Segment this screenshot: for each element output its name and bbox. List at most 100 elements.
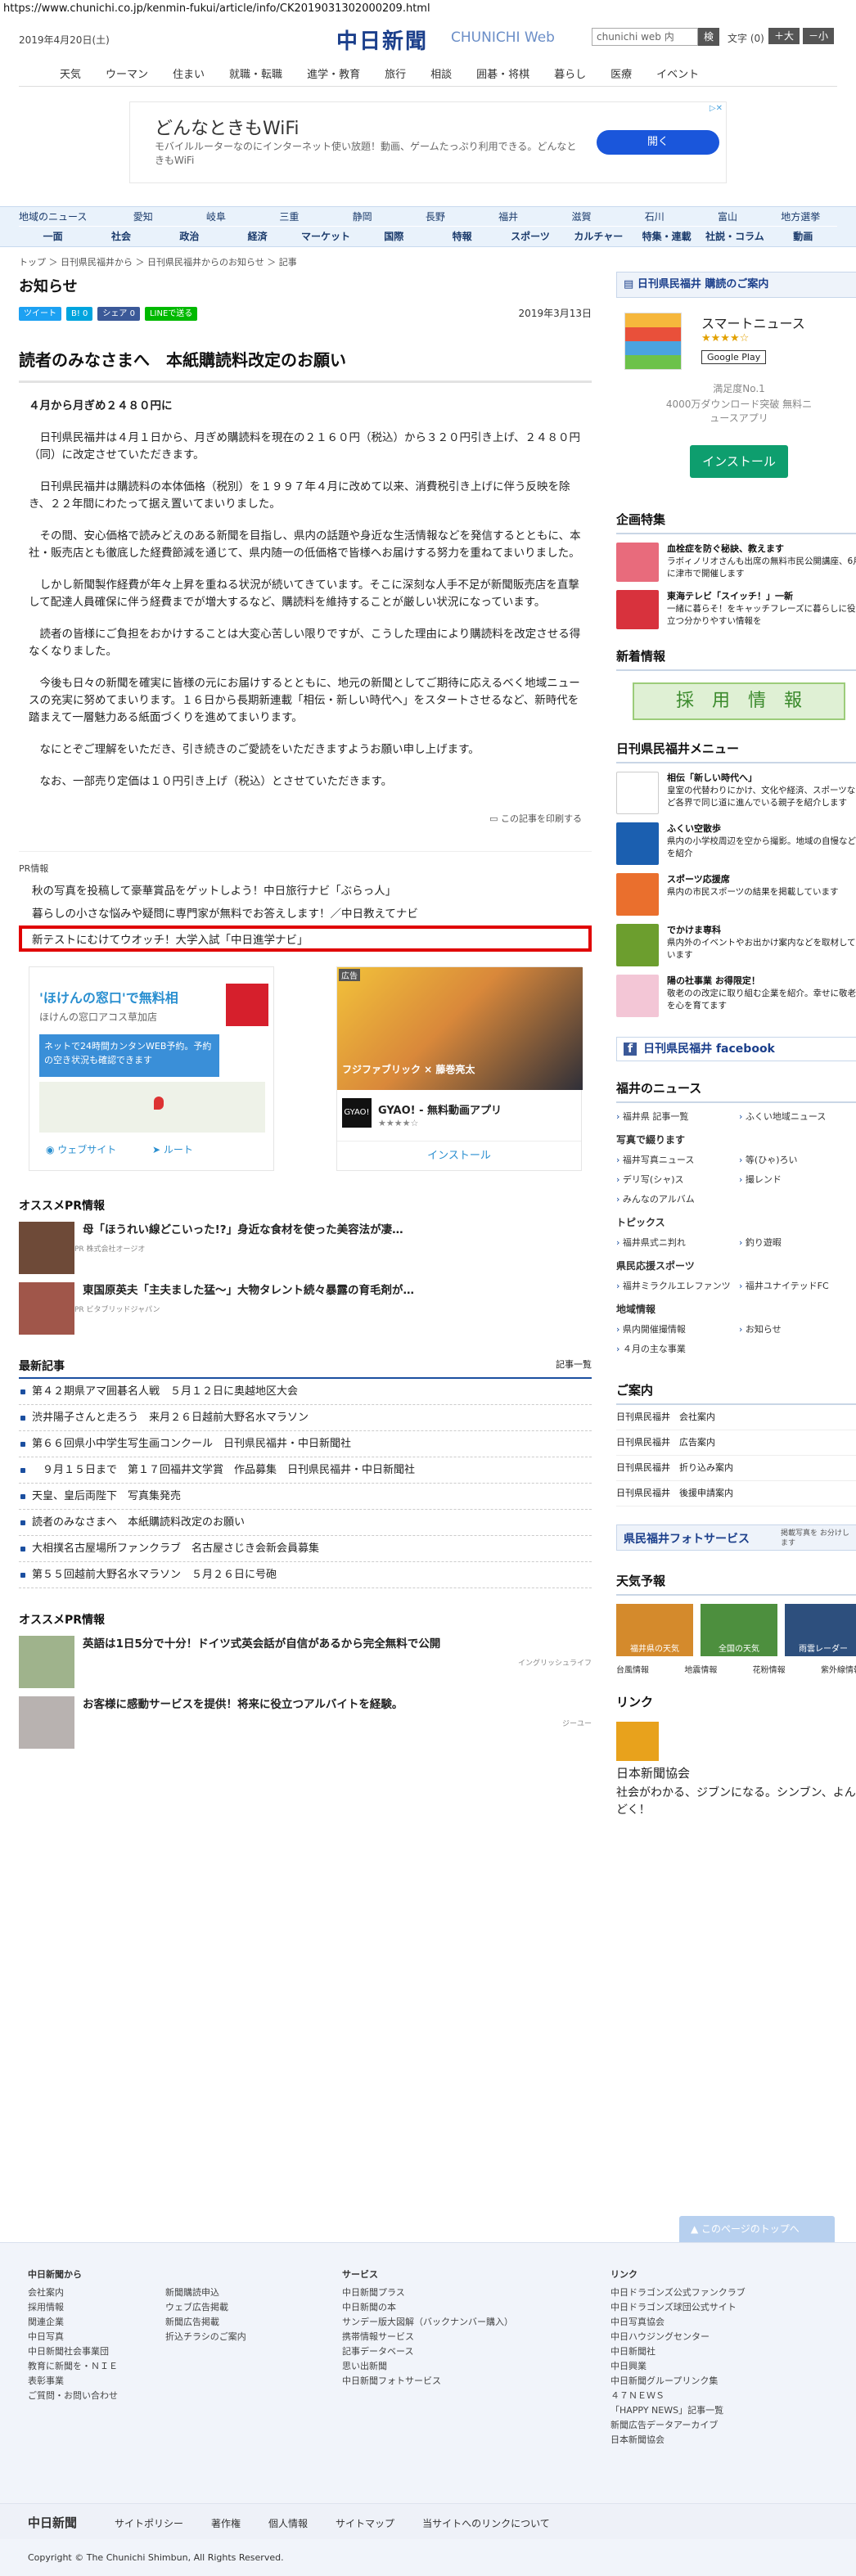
pr-text[interactable]: 母「ほうれい線どこいった!?」身近な食材を使った美容法が凄… [83, 1222, 403, 1238]
footer-link[interactable]: 思い出新聞 [342, 2359, 513, 2374]
region-nav-item[interactable]: 富山 [691, 207, 764, 226]
ad-choices-icon[interactable]: ▷✕ [710, 104, 723, 113]
weather-card[interactable]: 雨雲レーダー [785, 1604, 856, 1656]
news-link[interactable]: 福井県 記事一覧 [616, 1110, 739, 1123]
footer-link[interactable]: ４７ＮＥＷＳ [610, 2389, 746, 2403]
latest-article-link[interactable]: 第５５回越前大野名水マラソン ５月２６日に号砲 [19, 1562, 592, 1588]
footer-link[interactable]: 中日ハウジングセンター [610, 2330, 746, 2344]
ad-hoken-title[interactable]: 'ほけんの窓口'で無料相 [39, 987, 178, 1007]
category-nav-item[interactable]: 経済 [223, 227, 291, 246]
ad-open-button[interactable]: 開く [597, 130, 719, 155]
photo-service-label[interactable]: 県民福井フォトサービス [624, 1530, 750, 1547]
footer-link[interactable]: 日本新聞協会 [610, 2433, 746, 2448]
saiyo-banner[interactable]: 採 用 情 報 [633, 682, 845, 720]
news-link[interactable]: 福井ミラクルエレファンツ [616, 1279, 739, 1292]
region-nav-item[interactable]: 三重 [253, 207, 326, 226]
footer-link[interactable]: 表彰事業 [28, 2374, 118, 2389]
link-name[interactable]: 日本新聞協会 [616, 1764, 856, 1781]
footer-link[interactable]: 「HAPPY NEWS」記事一覧 [610, 2403, 746, 2418]
page-top-button[interactable]: ▲ このページのトップへ [679, 2216, 835, 2242]
pr-text[interactable]: 英語は1日5分で十分！ドイツ式英会話が自信があるから完全無料で公開 [83, 1636, 592, 1652]
category-nav-item[interactable]: マーケット [291, 227, 359, 246]
latest-article-link[interactable]: 第６６回県小中学生写生画コンクール 日刊県民福井・中日新聞社 [19, 1431, 592, 1457]
print-link[interactable]: ▭ この記事を印刷する [19, 812, 592, 825]
footer-logo[interactable]: 中日新聞 [28, 2514, 77, 2531]
pr-item[interactable]: 秋の写真を投稿して豪華賞品をゲットしよう！中日旅行ナビ「ぶらっ人」 [19, 881, 592, 898]
latest-more-link[interactable]: 記事一覧 [556, 1358, 592, 1374]
menu-title[interactable]: 相伝「新しい時代へ」 [667, 772, 757, 783]
gnav-item[interactable]: 医療 [610, 67, 632, 86]
ad-title[interactable]: どんなときもWiFi [155, 114, 300, 140]
weather-link[interactable]: 紫外線情報 [821, 1663, 856, 1675]
app-name[interactable]: スマートニュース [701, 313, 805, 332]
list-item[interactable]: でかけま専科 県内外のイベントやお出かけ案内などを取材しています [616, 924, 856, 966]
print-label[interactable]: この記事を印刷する [501, 813, 582, 824]
list-item[interactable]: 相伝「新しい時代へ」 皇室の代替わりにかけ、文化や経済、スポーツなど各界で同じ道に… [616, 772, 856, 814]
breadcrumb[interactable]: トップ ＞ 日刊県民福井から ＞ 日刊県民福井からのお知らせ ＞ 記事 [19, 255, 592, 268]
latest-article-link[interactable]: 第４２期県アマ囲碁名人戦 ５月１２日に奥越地区大会 [19, 1379, 592, 1405]
region-nav-item[interactable]: 静岡 [326, 207, 399, 226]
facebook-label[interactable]: 日刊県民福井 facebook [643, 1043, 775, 1056]
gnav-item[interactable]: 進学・教育 [307, 67, 360, 86]
ad-install-button[interactable]: インストール [337, 1141, 581, 1170]
region-nav-item[interactable]: 地方選挙 [764, 207, 837, 226]
list-item[interactable]: お客様に感動サービスを提供！将来に役立つアルバイトを経験。 ジーユー [19, 1696, 592, 1749]
menu-title[interactable]: 陽の社事業 お得限定！ [667, 975, 760, 986]
region-nav-item[interactable]: 地域のニュース [19, 207, 106, 226]
search-button[interactable]: 検 [698, 28, 719, 46]
footer-bar-link[interactable]: 個人情報 [268, 2516, 308, 2530]
category-nav-item[interactable]: カルチャー [565, 227, 633, 246]
news-link[interactable]: 福井ユナイテッドFC [739, 1279, 856, 1292]
ad-website-label[interactable]: ウェブサイト [57, 1144, 116, 1155]
ad-hoken[interactable]: 'ほけんの窓口'で無料相 ほけんの窓口アコス草加店 ネットで24時間カンタンWE… [29, 966, 274, 1171]
font-smaller-button[interactable]: －小 [803, 28, 834, 44]
annai-link[interactable]: 日刊県民福井 広告案内 [616, 1430, 856, 1456]
category-nav-item[interactable]: 社説・コラム [701, 227, 768, 246]
category-nav-item[interactable]: 国際 [360, 227, 428, 246]
kikaku-title[interactable]: 東海テレビ「スイッチ！」一新 [667, 591, 793, 601]
footer-link[interactable]: ご質問・お問い合わせ [28, 2389, 118, 2403]
region-nav-item[interactable]: 石川 [618, 207, 691, 226]
footer-link[interactable]: 中日新聞社 [610, 2344, 746, 2359]
category-nav-item[interactable]: 一面 [19, 227, 87, 246]
category-nav-item[interactable]: 社会 [87, 227, 155, 246]
latest-article-link[interactable]: ９月１５日まで 第１７回福井文学賞 作品募集 日刊県民福井・中日新聞社 [19, 1457, 592, 1484]
gnav-item[interactable]: 就職・転職 [229, 67, 282, 86]
region-nav-item[interactable]: 岐阜 [179, 207, 252, 226]
tweet-button[interactable]: ツイート [19, 306, 61, 321]
footer-link[interactable]: 教育に新聞を・ＮＩＥ [28, 2359, 118, 2374]
news-link[interactable]: 福井写真ニュース [616, 1153, 739, 1166]
pr-text[interactable]: お客様に感動サービスを提供！将来に役立つアルバイトを経験。 [83, 1696, 592, 1713]
region-nav-item[interactable]: 福井 [472, 207, 545, 226]
list-item[interactable]: 母「ほうれい線どこいった!?」身近な食材を使った美容法が凄… PR 株式会社オージ… [19, 1222, 592, 1274]
page-top-label[interactable]: このページのトップへ [701, 2223, 800, 2235]
menu-title[interactable]: スポーツ応援席 [667, 874, 730, 885]
footer-link[interactable]: ウェブ広告掲載 [165, 2300, 246, 2315]
list-item[interactable]: 英語は1日5分で十分！ドイツ式英会話が自信があるから完全無料で公開 イングリッシュ… [19, 1636, 592, 1688]
footer-link[interactable]: 新聞広告データアーカイブ [610, 2418, 746, 2433]
ad-route-link[interactable]: ➤ ルート [152, 1142, 193, 1156]
footer-link[interactable]: 折込チラシのご案内 [165, 2330, 246, 2344]
list-item[interactable]: スポーツ応援席 県内の市民スポーツの結果を掲載しています [616, 873, 856, 916]
line-button[interactable]: LINEで送る [144, 306, 198, 321]
footer-link[interactable]: 中日新聞プラス [342, 2286, 513, 2300]
footer-link[interactable]: 記事データベース [342, 2344, 513, 2359]
footer-bar-link[interactable]: サイトマップ [336, 2516, 394, 2530]
news-link[interactable]: お知らせ [739, 1322, 856, 1335]
gnav-item[interactable]: 相談 [430, 67, 452, 86]
search-input[interactable]: chunichi web 内 [592, 28, 698, 46]
footer-bar-link[interactable]: 著作権 [211, 2516, 241, 2530]
news-link[interactable]: ４月の主な事業 [616, 1342, 739, 1355]
news-link[interactable]: 釣り遊暇 [739, 1236, 856, 1249]
footer-bar-link[interactable]: 当サイトへのリンクについて [422, 2516, 550, 2530]
footer-link[interactable]: 中日新聞の本 [342, 2300, 513, 2315]
region-nav-item[interactable]: 長野 [399, 207, 471, 226]
pr-item[interactable]: 暮らしの小さな悩みや疑問に専門家が無料でお答えします！／中日教えてナビ [19, 904, 592, 921]
list-item[interactable]: 東国原英夫「主夫ました猛～」大物タレント続々暴露の育毛剤が… PR ビタブリッドジ… [19, 1282, 592, 1335]
category-nav-item[interactable]: 動画 [769, 227, 837, 246]
category-nav-item[interactable]: 政治 [155, 227, 223, 246]
footer-link[interactable]: 新聞購読申込 [165, 2286, 246, 2300]
top-ad[interactable]: ▷✕ どんなときもWiFi モバイルルーターなのにインターネット使い放題！動画、… [129, 101, 727, 183]
news-link[interactable]: 等(ひゃ)ろい [739, 1153, 856, 1166]
category-nav-item[interactable]: 特報 [428, 227, 496, 246]
